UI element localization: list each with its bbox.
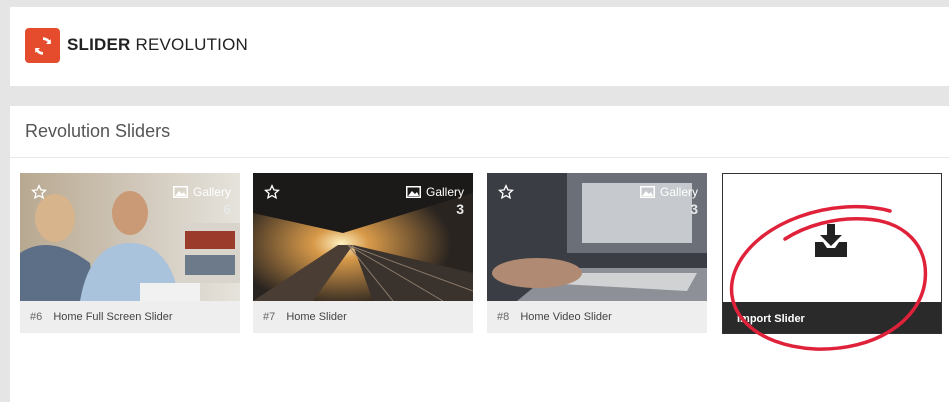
slide-count: 3	[456, 201, 464, 217]
slide-count: 3	[690, 201, 698, 217]
slide-count: 6	[223, 201, 231, 217]
logo	[25, 28, 60, 63]
import-slider-button[interactable]: Import Slider	[723, 302, 941, 333]
gallery-type: Gallery	[425, 185, 464, 199]
slider-thumbnail[interactable]: Gallery 3	[253, 173, 473, 301]
slider-caption[interactable]: #7 Home Slider	[263, 311, 347, 323]
gallery-badge: Gallery 3	[639, 185, 698, 217]
image-icon	[405, 186, 421, 198]
gallery-type: Gallery	[192, 185, 231, 199]
slider-thumbnail[interactable]: Gallery 6	[20, 173, 240, 301]
brand-light: REVOLUTION	[135, 35, 249, 54]
star-icon[interactable]	[498, 184, 514, 200]
sliders-panel: Revolution Sliders Gallery 6 #6 Home Ful…	[10, 106, 949, 402]
star-icon[interactable]	[31, 184, 47, 200]
slider-card-8[interactable]: Gallery 3 #8 Home Video Slider	[487, 173, 707, 333]
slider-id: #7	[263, 311, 276, 323]
gallery-type: Gallery	[659, 185, 698, 199]
slider-caption[interactable]: #6 Home Full Screen Slider	[30, 311, 173, 323]
gallery-badge: Gallery 3	[405, 185, 464, 217]
image-icon	[639, 186, 655, 198]
image-icon	[172, 186, 188, 198]
slider-id: #8	[497, 311, 510, 323]
slider-thumbnail[interactable]: Gallery 3	[487, 173, 707, 301]
download-tray-icon	[815, 224, 847, 257]
brand-name: SLIDER REVOLUTION	[67, 35, 248, 55]
slider-name: Home Full Screen Slider	[53, 311, 173, 323]
slider-name: Home Video Slider	[520, 311, 612, 323]
slider-name: Home Slider	[286, 311, 347, 323]
slider-card-6[interactable]: Gallery 6 #6 Home Full Screen Slider	[20, 173, 240, 333]
star-icon[interactable]	[264, 184, 280, 200]
panel-title: Revolution Sliders	[25, 121, 171, 141]
brand-bold: SLIDER	[67, 35, 131, 54]
slider-caption[interactable]: #8 Home Video Slider	[497, 311, 612, 323]
divider	[10, 157, 949, 158]
slider-card-7[interactable]: Gallery 3 #7 Home Slider	[253, 173, 473, 333]
app-header: SLIDER REVOLUTION	[10, 7, 949, 86]
slider-id: #6	[30, 311, 43, 323]
gallery-badge: Gallery 6	[172, 185, 231, 217]
import-slider-card[interactable]: Import Slider	[722, 173, 942, 334]
refresh-icon	[34, 36, 51, 55]
